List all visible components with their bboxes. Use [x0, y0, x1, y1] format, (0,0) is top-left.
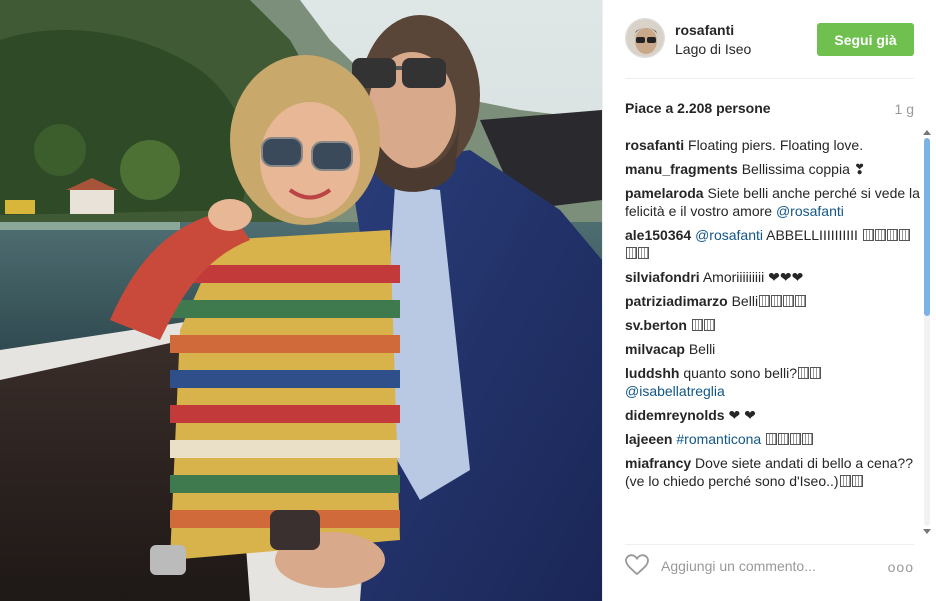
scroll-down-arrow-icon[interactable] — [923, 529, 931, 534]
comment-text: Amoriiiiiiiii ❤❤❤ — [702, 269, 804, 285]
avatar-image — [626, 19, 664, 57]
emoji-glyph — [771, 295, 783, 307]
comment-username[interactable]: pamelaroda — [625, 185, 704, 201]
comment-username[interactable]: manu_fragments — [625, 161, 738, 177]
emoji-glyph — [874, 229, 886, 241]
comment-username[interactable]: milvacap — [625, 341, 685, 357]
comment-username[interactable]: sv.berton — [625, 317, 687, 333]
emoji-glyph — [638, 247, 649, 259]
comment: milvacap Belli — [625, 340, 921, 358]
comment: miafrancy Dove siete andati di bello a c… — [625, 454, 921, 490]
comment: pamelaroda Siete belli anche perché si v… — [625, 184, 921, 220]
comment-text: Belli — [731, 293, 759, 309]
comment-username[interactable]: rosafanti — [625, 137, 684, 153]
comment-mention[interactable]: @isabellatreglia — [625, 383, 725, 399]
comment-mention[interactable]: @rosafanti — [776, 203, 844, 219]
location-link[interactable]: Lago di Iseo — [675, 41, 751, 57]
comments-scrollbar[interactable] — [921, 130, 933, 534]
post-timestamp: 1 g — [894, 101, 914, 117]
scroll-up-arrow-icon[interactable] — [923, 130, 931, 135]
emoji-glyph — [839, 475, 851, 487]
emoji-glyph — [691, 319, 703, 331]
header-divider — [625, 78, 914, 79]
comment-username[interactable]: luddshh — [625, 365, 679, 381]
avatar[interactable] — [625, 18, 665, 58]
comment-hashtag[interactable]: #romanticona — [676, 431, 761, 447]
comment-username[interactable]: patriziadimarzo — [625, 293, 728, 309]
comment: patriziadimarzo Belli — [625, 292, 921, 310]
scrollbar-thumb[interactable] — [924, 138, 930, 316]
comment: ale150364 @rosafanti ABBELLIIIIIIIIII — [625, 226, 921, 262]
comment-username[interactable]: ale150364 — [625, 227, 691, 243]
more-options-icon[interactable]: ooo — [888, 559, 914, 575]
comment: luddshh quanto sono belli? @isabellatreg… — [625, 364, 921, 400]
comment-username[interactable]: didemreynolds — [625, 407, 725, 423]
comment-text: Floating piers. Floating love. — [688, 137, 864, 153]
post-photo[interactable] — [0, 0, 602, 601]
emoji-glyph — [783, 295, 795, 307]
comment-username[interactable]: lajeeen — [625, 431, 672, 447]
comment: manu_fragments Bellissima coppia ❣ — [625, 160, 921, 178]
emoji-glyph — [886, 229, 898, 241]
emoji-glyph — [790, 433, 802, 445]
comment: rosafanti Floating piers. Floating love. — [625, 136, 921, 154]
add-comment-input[interactable]: Aggiungi un commento... — [661, 558, 816, 574]
post-side-panel: rosafanti Lago di Iseo Segui già Piace a… — [602, 0, 936, 601]
comment: silviafondri Amoriiiiiiiii ❤❤❤ — [625, 268, 921, 286]
emoji-glyph — [809, 367, 821, 379]
photo-illustration — [0, 0, 602, 601]
emoji-glyph — [851, 475, 863, 487]
emoji-glyph — [795, 295, 807, 307]
username-link[interactable]: rosafanti — [675, 22, 734, 38]
emoji-glyph — [898, 229, 910, 241]
emoji-glyph — [802, 433, 814, 445]
comment: lajeeen #romanticona — [625, 430, 921, 448]
comment-username[interactable]: miafrancy — [625, 455, 691, 471]
comment-text: Belli — [688, 341, 716, 357]
emoji-glyph — [778, 433, 790, 445]
following-button[interactable]: Segui già — [817, 23, 914, 56]
comment-text: Bellissima coppia ❣ — [741, 161, 866, 177]
comment-username[interactable]: silviafondri — [625, 269, 700, 285]
emoji-glyph — [703, 319, 715, 331]
comment-mention[interactable]: @rosafanti — [695, 227, 763, 243]
post-view: rosafanti Lago di Iseo Segui già Piace a… — [0, 0, 936, 601]
emoji-glyph — [766, 433, 778, 445]
heart-icon[interactable] — [625, 554, 649, 576]
emoji-glyph — [759, 295, 771, 307]
comment-text: quanto sono belli? — [683, 365, 797, 381]
post-header: rosafanti Lago di Iseo Segui già — [625, 18, 914, 62]
comment: didemreynolds ❤ ❤ — [625, 406, 921, 424]
emoji-glyph — [862, 229, 874, 241]
likes-count[interactable]: Piace a 2.208 persone — [625, 100, 771, 116]
emoji-glyph — [797, 367, 809, 379]
comment-text: ❤ ❤ — [728, 407, 756, 423]
emoji-glyph — [626, 247, 637, 259]
comment: sv.berton — [625, 316, 921, 334]
comments-list: rosafanti Floating piers. Floating love.… — [625, 130, 921, 534]
comment-footer: Aggiungi un commento... ooo — [625, 545, 914, 590]
comment-text: ABBELLIIIIIIIIII — [766, 227, 858, 243]
